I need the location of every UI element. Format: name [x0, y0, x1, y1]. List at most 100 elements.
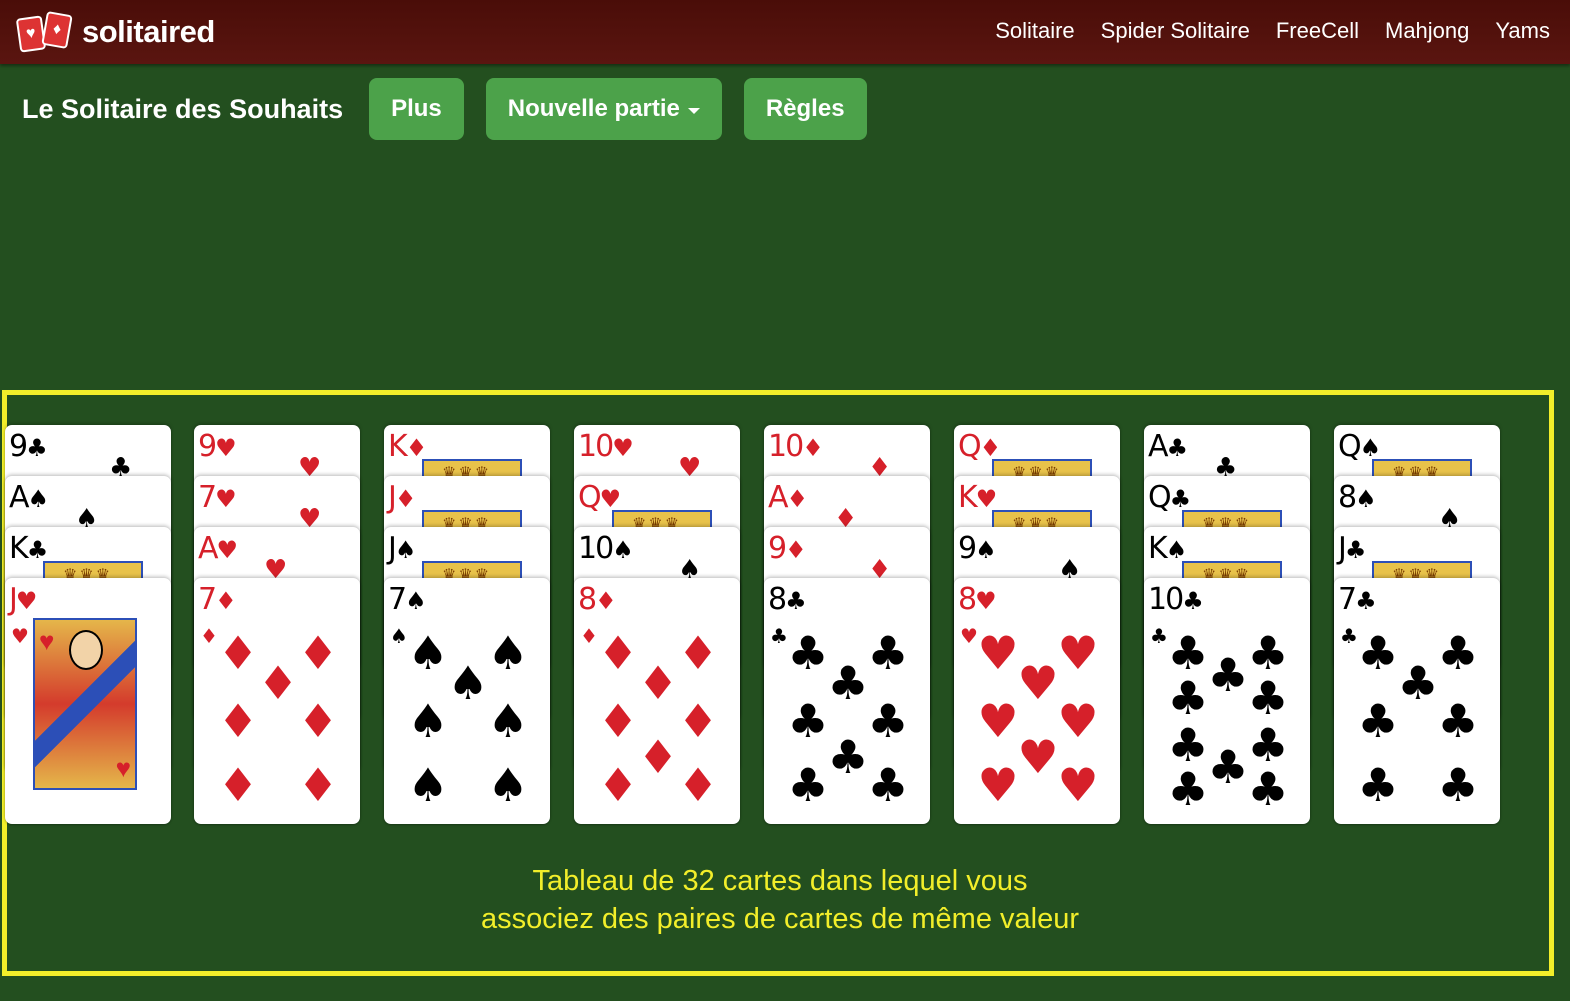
nav-link-mahjong[interactable]: Mahjong [1385, 18, 1469, 44]
card-pips: ♦ ♦ ♦ ♦ ♦ ♦ ♦ [217, 626, 339, 808]
card-pip-icon: ♠ [407, 626, 449, 680]
card-pip-icon: ♦ [217, 626, 259, 680]
card-pip-icon: ♣ [827, 656, 869, 710]
card-suit-icon: ♣ [1182, 587, 1203, 615]
card-index: 7♠ [388, 584, 427, 617]
rules-button[interactable]: Règles [743, 78, 867, 140]
tableau-column: 9♥ ♥ 7♥ ♥ A♥ ♥ 7♦ ♦ ♦ ♦ ♦ ♦ ♦ ♦ ♦ [194, 425, 360, 824]
card-rank: A [768, 480, 788, 515]
card-small-suit-icon: ♥ [11, 624, 29, 648]
new-game-dropdown[interactable]: Nouvelle partie [485, 78, 722, 140]
card-rank: K [1148, 531, 1168, 566]
site-logo[interactable]: ♥ ♦ solitaired [15, 11, 215, 53]
card-index: J♣ [1338, 533, 1366, 566]
card-suit-icon: ♥ [215, 485, 236, 513]
card-pips: ♦ ♦ ♦ ♦ ♦ ♦ ♦ ♦ [597, 626, 719, 808]
card-pip-icon: ♣ [1167, 671, 1209, 725]
card-suit-icon: ♥ [215, 434, 236, 462]
tableau-column: 10♦ ♦ A♦ ♦ 9♦ ♦ 8♣ ♣ ♣ ♣ ♣ ♣ ♣ ♣ ♣ ♣ [764, 425, 930, 824]
card-suit-icon: ♣ [1355, 587, 1376, 615]
card-pip-icon: ♦ [677, 694, 719, 748]
card-index: K♣ [9, 531, 48, 566]
card-pip-icon: ♠ [407, 758, 449, 812]
card-rank: K [958, 480, 978, 515]
playing-card[interactable]: 10♣ ♣ ♣ ♣ ♣ ♣ ♣ ♣ ♣ ♣ ♣ ♣ [1144, 578, 1310, 824]
card-pip-icon: ♥ [1057, 626, 1099, 680]
card-suit-icon: ♠ [394, 536, 416, 564]
cards-logo-icon: ♥ ♦ [15, 11, 76, 53]
card-suit-icon: ♥ [15, 587, 37, 615]
card-suit-icon: ♠ [612, 536, 633, 564]
card-rank: Q [958, 429, 982, 464]
card-rank: 7 [198, 480, 217, 515]
card-pip-icon: ♠ [487, 758, 529, 812]
card-rank: 8 [1338, 480, 1357, 515]
playing-card[interactable]: J♥ ♥ ♥ ♥ [5, 578, 171, 824]
card-pips: ♠ ♠ ♠ ♠ ♠ ♠ ♠ [407, 626, 529, 808]
card-rank: J [9, 582, 18, 617]
card-pip-icon: ♣ [827, 730, 869, 784]
card-index: 8♥ [958, 584, 997, 617]
card-suit-icon: ♦ [786, 485, 808, 513]
card-index: 10♣ [1148, 582, 1204, 617]
card-index: 8♣ [768, 582, 807, 617]
playing-card[interactable]: 8♣ ♣ ♣ ♣ ♣ ♣ ♣ ♣ ♣ ♣ [764, 578, 930, 824]
plus-button[interactable]: Plus [369, 78, 464, 140]
card-rank: 10 [1148, 582, 1184, 617]
tableau-column: 9♣ ♣ A♠ ♠ K♣ ♛♛♛ J♥ ♥ ♥ ♥ [5, 425, 171, 824]
tableau-column: A♣ ♣ Q♣ ♛♛♛ K♠ ♛♛♛ 10♣ ♣ ♣ ♣ ♣ ♣ ♣ ♣ ♣ ♣ ♣ ♣ [1144, 425, 1310, 824]
card-pip-icon: ♦ [677, 626, 719, 680]
tableau-column: K♦ ♛♛♛ J♦ ♛♛♛ J♠ ♛♛♛ 7♠ ♠ ♠ ♠ ♠ ♠ ♠ ♠ ♠ [384, 425, 550, 824]
nav-link-freecell[interactable]: FreeCell [1276, 18, 1359, 44]
card-pip-icon: ♥ [977, 626, 1019, 680]
jack-portrait-art: ♥ ♥ [33, 618, 137, 790]
card-rank: 7 [198, 582, 217, 617]
playing-card[interactable]: 7♠ ♠ ♠ ♠ ♠ ♠ ♠ ♠ ♠ [384, 578, 550, 824]
card-index: 9♣ [9, 431, 48, 464]
card-rank: 10 [578, 531, 614, 566]
card-pip-icon: ♣ [867, 694, 909, 748]
playing-card[interactable]: 8♥ ♥ ♥ ♥ ♥ ♥ ♥ ♥ ♥ ♥ [954, 578, 1120, 824]
card-rank: 10 [578, 429, 614, 464]
card-suit-icon: ♠ [1359, 434, 1381, 462]
card-pips: ♥ ♥ ♥ ♥ ♥ ♥ ♥ ♥ [977, 626, 1099, 808]
card-small-suit-icon: ♦ [200, 624, 218, 648]
nav-link-solitaire[interactable]: Solitaire [995, 18, 1074, 44]
card-suit-icon: ♦ [405, 434, 427, 462]
card-small-suit-icon: ♣ [1340, 624, 1358, 648]
card-pip-icon: ♣ [1437, 694, 1479, 748]
card-pip-icon: ♠ [487, 694, 529, 748]
card-pip-icon: ♠ [407, 694, 449, 748]
card-index: A♦ [768, 480, 808, 515]
card-rank: 10 [768, 429, 804, 464]
card-pip-icon: ♦ [297, 694, 339, 748]
card-pip-icon: ♦ [597, 758, 639, 812]
playing-card[interactable]: 7♣ ♣ ♣ ♣ ♣ ♣ ♣ ♣ ♣ [1334, 578, 1500, 824]
playing-card[interactable]: 8♦ ♦ ♦ ♦ ♦ ♦ ♦ ♦ ♦ ♦ [574, 578, 740, 824]
nav-link-spider-solitaire[interactable]: Spider Solitaire [1101, 18, 1250, 44]
card-rank: Q [1338, 429, 1362, 464]
card-rank: A [198, 531, 218, 566]
playing-card[interactable]: 7♦ ♦ ♦ ♦ ♦ ♦ ♦ ♦ ♦ [194, 578, 360, 824]
tableau-column: Q♦ ♛♛♛ K♥ ♛♛♛ 9♠ ♠ 8♥ ♥ ♥ ♥ ♥ ♥ ♥ ♥ ♥ ♥ [954, 425, 1120, 824]
card-suit-icon: ♣ [1169, 485, 1191, 513]
nav-link-yams[interactable]: Yams [1495, 18, 1550, 44]
card-pip-icon: ♠ [487, 626, 529, 680]
heart-icon: ♥ [39, 626, 55, 656]
logo-text: solitaired [82, 14, 215, 49]
card-rank: K [9, 531, 29, 566]
card-pips: ♣ ♣ ♣ ♣ ♣ ♣ ♣ [1357, 630, 1479, 808]
card-suit-icon: ♣ [1166, 434, 1188, 462]
card-rank: 8 [768, 582, 787, 617]
card-suit-icon: ♣ [26, 536, 48, 564]
card-index: K♥ [958, 480, 997, 515]
card-suit-icon: ♠ [975, 536, 996, 564]
card-pip-icon: ♣ [1167, 762, 1209, 816]
card-suit-icon: ♣ [26, 434, 47, 462]
card-pip-icon: ♥ [977, 694, 1019, 748]
card-small-suit-icon: ♥ [960, 624, 978, 648]
card-index: 10♠ [578, 531, 634, 566]
card-pip-icon: ♣ [867, 626, 909, 680]
card-pips: ♣ ♣ ♣ ♣ ♣ ♣ ♣ ♣ ♣ ♣ [1167, 630, 1288, 812]
card-suit-icon: ♦ [979, 434, 1001, 462]
